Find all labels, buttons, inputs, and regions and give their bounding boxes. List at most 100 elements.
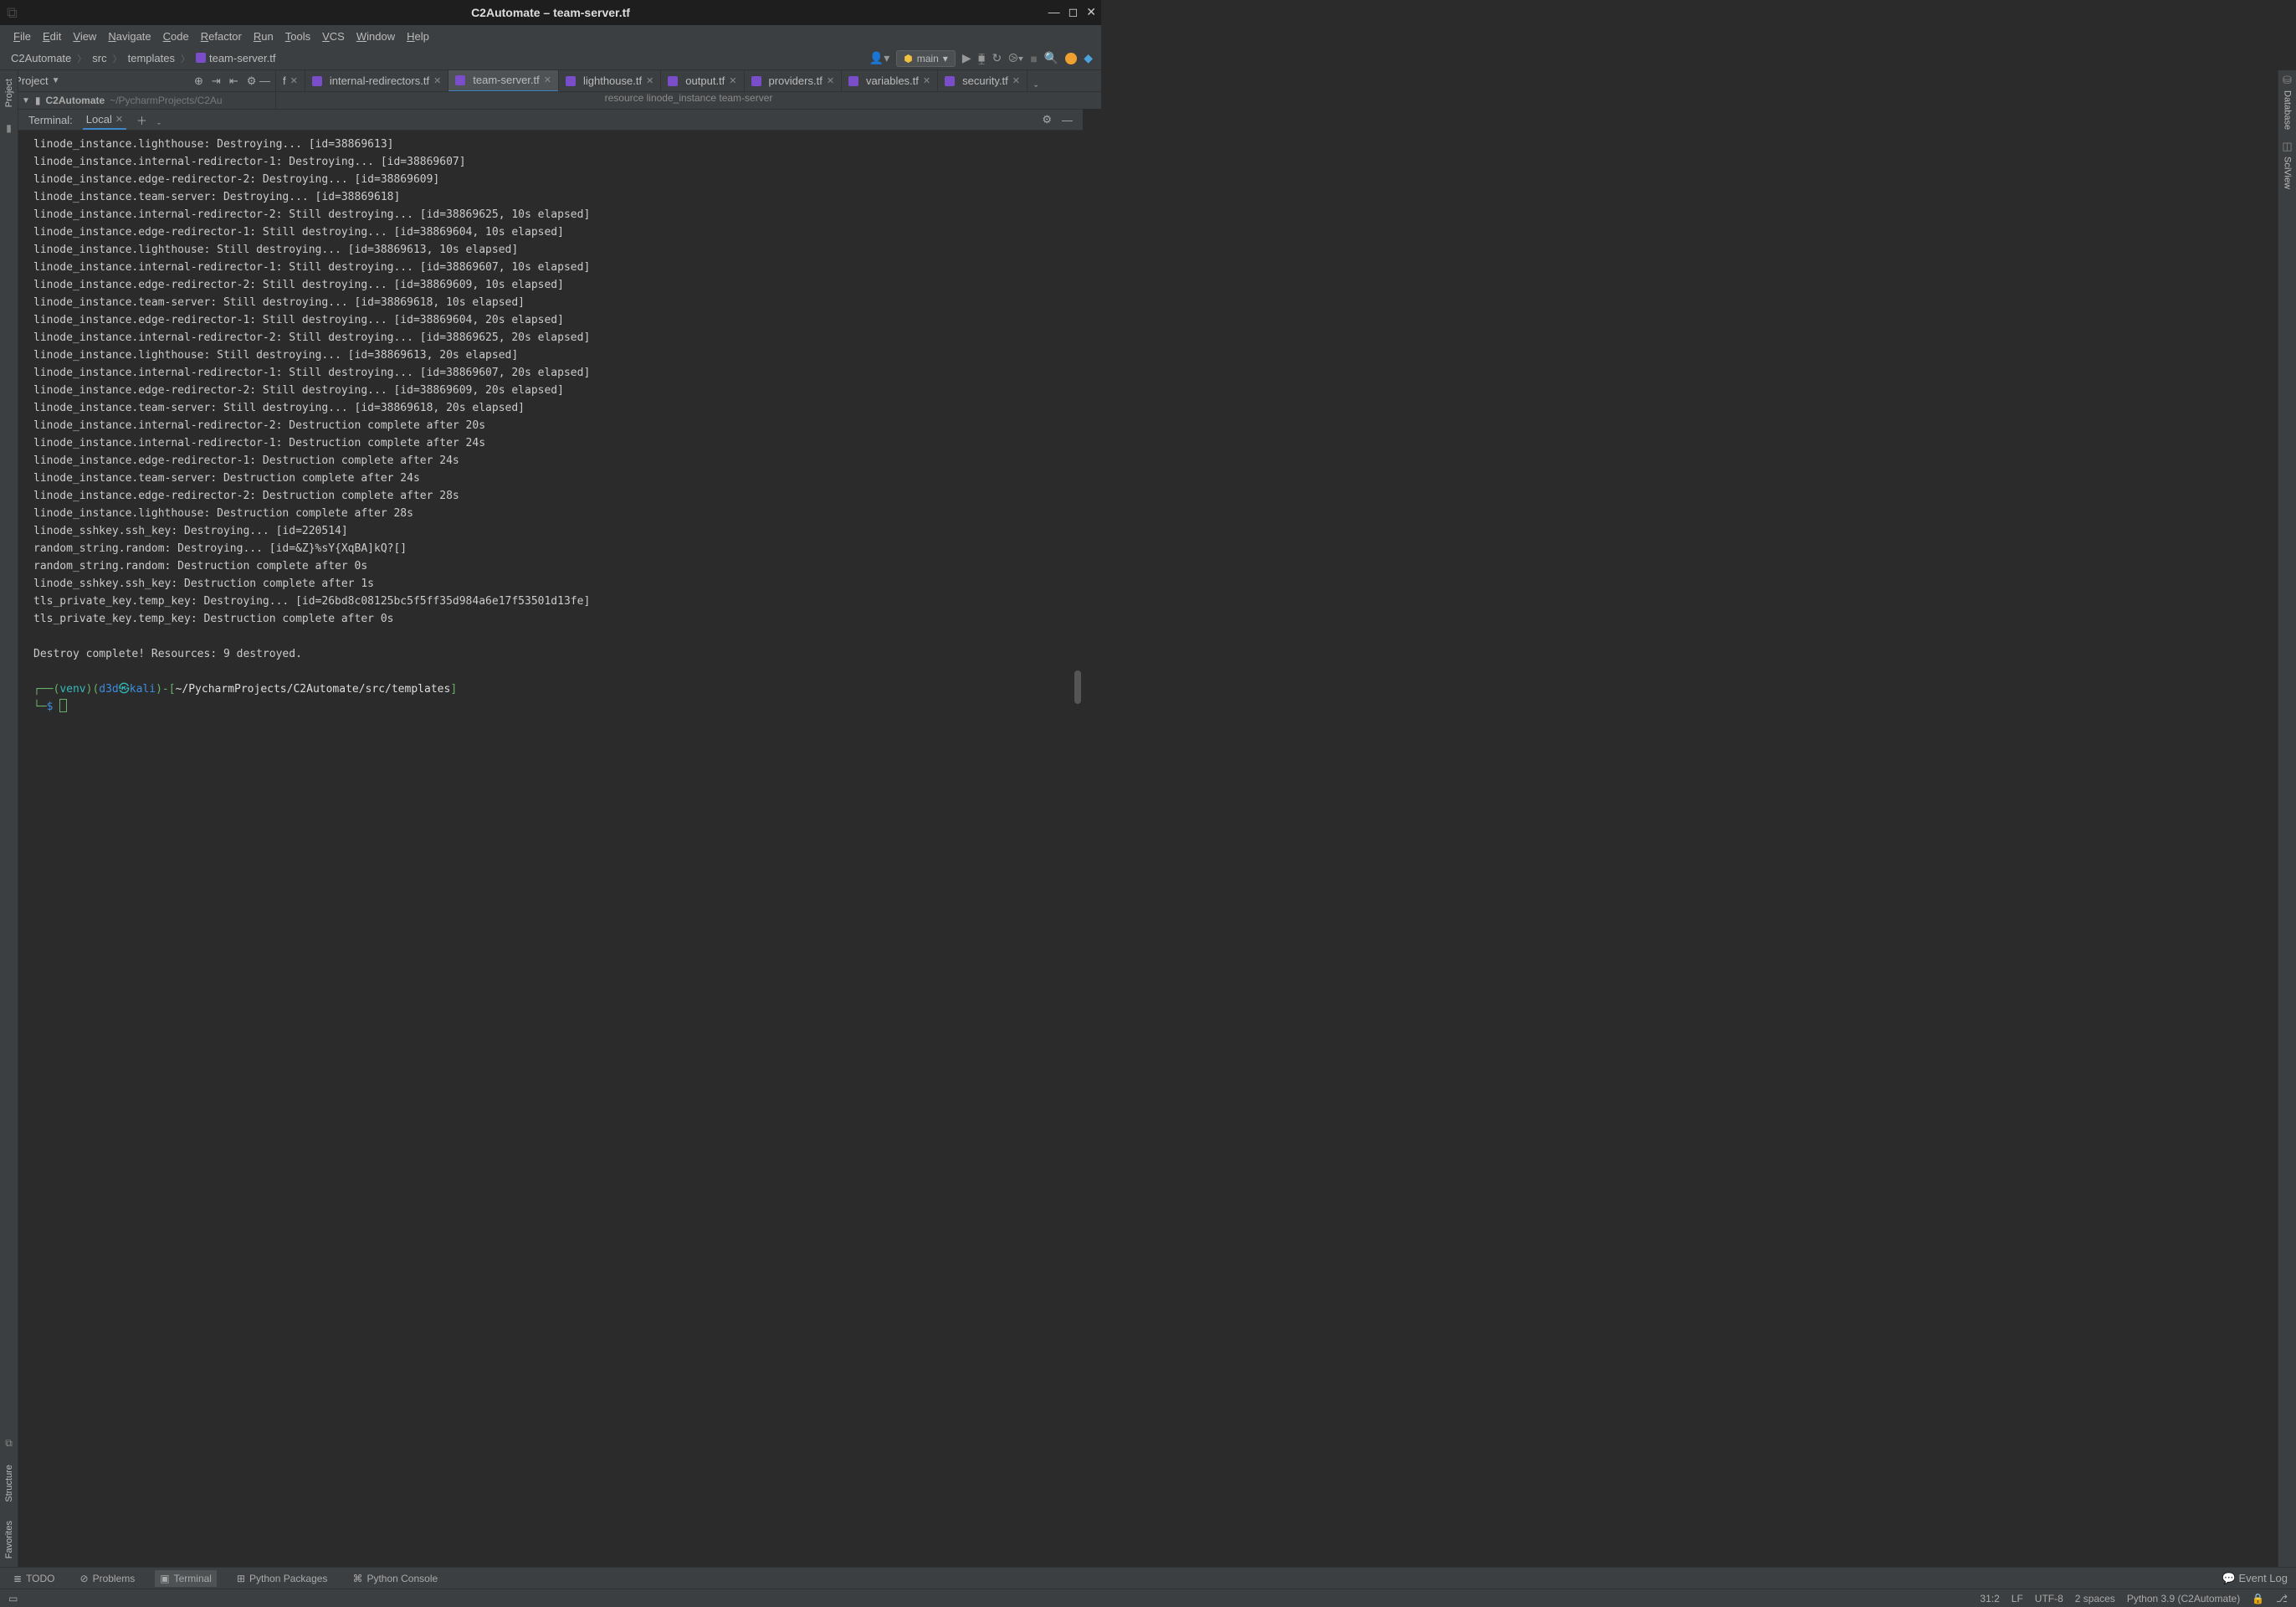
editor-tab[interactable]: f✕ (276, 70, 305, 91)
coverage-icon[interactable]: ↻ (992, 51, 1002, 65)
terminal-line: tls_private_key.temp_key: Destruction co… (33, 610, 1079, 628)
menu-refactor[interactable]: Refactor (196, 28, 247, 44)
breadcrumb-item[interactable]: src (90, 50, 109, 66)
status-interpreter[interactable]: Python 3.9 (C2Automate) (2127, 1593, 2240, 1604)
close-icon[interactable]: ✕ (827, 75, 834, 86)
terminal-line: linode_instance.internal-redirector-1: D… (33, 153, 1079, 171)
stop-icon[interactable]: ■ (1030, 52, 1037, 65)
editor-tab[interactable]: lighthouse.tf ✕ (559, 70, 661, 91)
python-icon: ⬢ (904, 53, 912, 64)
bottom-tab-terminal[interactable]: ▣ Terminal (155, 1570, 217, 1587)
close-icon[interactable]: ✕ (290, 75, 298, 86)
terraform-icon (455, 75, 465, 85)
terminal-title: Terminal: (28, 114, 73, 126)
gear-icon[interactable]: ⚙ — (247, 74, 270, 88)
tab-label: team-server.tf (473, 74, 539, 86)
bottom-tab-problems[interactable]: ⊘ Problems (75, 1570, 141, 1587)
user-icon[interactable]: 👤▾ (869, 51, 889, 65)
terminal-line: linode_instance.lighthouse: Still destro… (33, 241, 1079, 259)
menu-edit[interactable]: Edit (38, 28, 66, 44)
run-icon[interactable]: ▶ (962, 51, 971, 65)
close-icon[interactable]: ✕ (433, 75, 441, 86)
search-icon[interactable]: 🔍 (1044, 51, 1058, 65)
tab-label: lighthouse.tf (583, 74, 642, 87)
menu-help[interactable]: Help (402, 28, 434, 44)
bottom-tab-python-packages[interactable]: ⊞ Python Packages (232, 1570, 332, 1587)
status-encoding[interactable]: UTF-8 (2035, 1593, 2063, 1604)
toolwindow-sciview[interactable]: SciView (2283, 153, 2293, 193)
chevron-down-icon[interactable]: ▼ (52, 76, 60, 85)
collapse-icon[interactable]: ⇥ (212, 74, 221, 88)
close-icon[interactable]: ✕ (115, 114, 123, 125)
toolwindow-structure[interactable]: Structure (4, 1461, 14, 1506)
toolwindow-favorites[interactable]: Favorites (4, 1517, 14, 1562)
run-config-selector[interactable]: ⬢ main ▾ (896, 50, 956, 67)
lock-icon[interactable]: 🔒 (2252, 1593, 2264, 1604)
debug-icon[interactable]: ⧯ (978, 51, 986, 65)
status-indent[interactable]: 2 spaces (2075, 1593, 2115, 1604)
event-log-button[interactable]: 💬 Event Log (2222, 1572, 2288, 1585)
problems-icon: ⊘ (80, 1573, 89, 1584)
project-tool-header[interactable]: ▮ Project ▼ ⊕ ⇥ ⇤ ⚙ — (0, 70, 276, 91)
tabs-dropdown-icon[interactable]: ˬ (1028, 74, 1044, 87)
window-title: C2Automate – team-server.tf (471, 6, 630, 19)
menu-run[interactable]: Run (249, 28, 279, 44)
status-cursor-pos[interactable]: 31:2 (1980, 1593, 1999, 1604)
close-icon[interactable]: ✕ (1086, 5, 1096, 19)
gear-icon[interactable]: ⚙ (1042, 113, 1052, 126)
terminal-line: linode_instance.internal-redirector-2: S… (33, 329, 1079, 347)
bottom-tab-python-console[interactable]: ⌘ Python Console (347, 1570, 443, 1587)
terraform-icon (848, 76, 858, 86)
status-line-ending[interactable]: LF (2012, 1593, 2023, 1604)
new-terminal-icon[interactable]: ＋ (136, 112, 147, 128)
status-overlay-icon[interactable]: ▭ (8, 1593, 18, 1604)
menu-window[interactable]: Window (351, 28, 400, 44)
editor-tab[interactable]: providers.tf✕ (745, 70, 843, 91)
editor-tab[interactable]: team-server.tf ✕ (448, 70, 559, 91)
editor-tab[interactable]: security.tf✕ (938, 70, 1028, 91)
terminal-prompt-line2[interactable]: └─$ (33, 698, 1079, 716)
chevron-down-icon[interactable]: ˬ (157, 115, 161, 125)
terminal-output[interactable]: linode_instance.lighthouse: Destroying..… (18, 131, 1083, 721)
breadcrumb-item[interactable]: templates (126, 50, 177, 66)
maximize-icon[interactable]: ◻ (1069, 5, 1079, 19)
close-icon[interactable]: ✕ (646, 75, 653, 86)
git-branch-icon[interactable]: ⎇ (2276, 1593, 2288, 1604)
close-icon[interactable]: ✕ (544, 74, 551, 85)
tab-label: internal-redirectors.tf (330, 74, 429, 87)
menu-navigate[interactable]: Navigate (103, 28, 156, 44)
folder-icon: ▮ (35, 95, 41, 106)
locate-icon[interactable]: ⊕ (194, 74, 203, 88)
editor-tab[interactable]: variables.tf✕ (842, 70, 938, 91)
hide-icon[interactable]: — (1062, 114, 1073, 126)
scrollbar[interactable] (1074, 670, 1081, 704)
editor-tabs: f✕internal-redirectors.tf✕team-server.tf… (276, 70, 1101, 91)
close-icon[interactable]: ✕ (923, 75, 930, 86)
toolwindow-project[interactable]: Project (4, 75, 14, 110)
toolwindow-database[interactable]: Database (2283, 87, 2293, 133)
profile-icon[interactable]: ⧁▾ (1008, 51, 1023, 65)
project-tree[interactable]: ▼ ▮ C2Automate ~/PycharmProjects/C2Au (0, 92, 276, 109)
terminal-line: linode_instance.internal-redirector-1: S… (33, 364, 1079, 382)
menu-vcs[interactable]: VCS (317, 28, 350, 44)
menu-code[interactable]: Code (158, 28, 194, 44)
close-icon[interactable]: ✕ (729, 75, 736, 86)
menu-view[interactable]: View (68, 28, 101, 44)
terminal-line: linode_instance.lighthouse: Still destro… (33, 347, 1079, 364)
python-packages-icon: ⊞ (237, 1573, 245, 1584)
bottom-tab-todo[interactable]: ≣ TODO (8, 1570, 60, 1587)
breadcrumb-item[interactable]: C2Automate (8, 50, 74, 66)
close-icon[interactable]: ✕ (1012, 75, 1020, 86)
notification-icon[interactable] (1065, 53, 1077, 64)
menu-tools[interactable]: Tools (280, 28, 315, 44)
editor-tab[interactable]: output.tf✕ (661, 70, 744, 91)
editor-tab[interactable]: internal-redirectors.tf ✕ (305, 70, 448, 91)
tree-expand-icon[interactable]: ▼ (22, 96, 30, 105)
expand-icon[interactable]: ⇤ (229, 74, 238, 88)
breadcrumb-item[interactable]: team-server.tf (193, 50, 278, 66)
ide-alert-icon[interactable]: ◆ (1084, 51, 1093, 65)
terminal-line: linode_instance.edge-redirector-1: Still… (33, 311, 1079, 329)
minimize-icon[interactable]: — (1048, 5, 1060, 19)
menu-file[interactable]: File (8, 28, 36, 44)
terminal-tab[interactable]: Local ✕ (83, 110, 126, 130)
